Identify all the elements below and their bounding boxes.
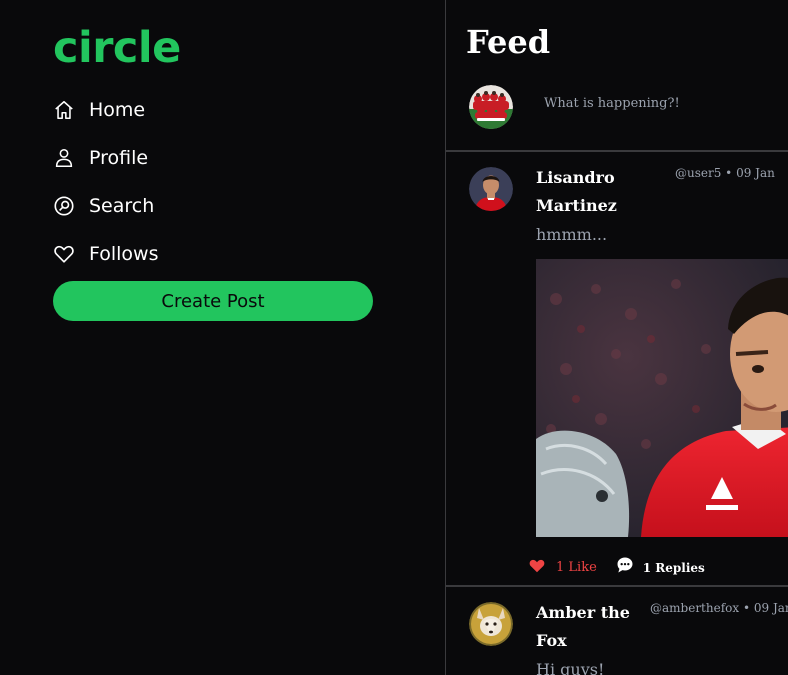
- sidebar-item-follows[interactable]: Follows: [53, 230, 159, 278]
- post-author-name[interactable]: Amber the Fox: [536, 599, 636, 655]
- sidebar-nav: Home Profile Search Follows: [53, 86, 159, 278]
- avatar[interactable]: [469, 602, 513, 646]
- sidebar-item-label: Search: [89, 195, 155, 217]
- reply-count: 1 Replies: [642, 560, 705, 575]
- sidebar-item-home[interactable]: Home: [53, 86, 159, 134]
- comment-icon: [615, 555, 635, 580]
- avatar[interactable]: [469, 85, 513, 129]
- post-meta: @amberthefox • 09 Jan: [650, 601, 788, 615]
- post-handle[interactable]: @user5: [675, 166, 721, 180]
- post-text: hmmm...: [536, 225, 608, 244]
- post-composer-input[interactable]: [542, 90, 786, 116]
- divider: [446, 585, 788, 587]
- app-logo[interactable]: circle: [53, 22, 181, 74]
- post-actions: 1 Like 1 Replies: [528, 555, 705, 580]
- page-title: Feed: [466, 23, 551, 61]
- sidebar-item-search[interactable]: Search: [53, 182, 159, 230]
- meta-separator: •: [739, 601, 754, 615]
- post-date: 09 Jan: [753, 601, 788, 615]
- post-date: 09 Jan: [736, 166, 775, 180]
- meta-separator: •: [721, 166, 737, 180]
- like-count: 1 Like: [556, 560, 597, 575]
- like-button[interactable]: 1 Like: [528, 557, 597, 578]
- sidebar-item-label: Home: [89, 99, 146, 121]
- sidebar-item-label: Profile: [89, 147, 149, 169]
- search-icon: [53, 194, 77, 218]
- post-text: Hi guys!: [536, 660, 605, 675]
- feed-panel: Feed Lisandro Martinez @: [446, 0, 788, 675]
- sidebar-item-label: Follows: [89, 243, 159, 265]
- user-icon: [53, 146, 77, 170]
- sidebar-item-profile[interactable]: Profile: [53, 134, 159, 182]
- heart-filled-icon: [528, 557, 546, 578]
- sidebar: circle Home Profile Search Follows Creat…: [0, 0, 445, 675]
- post-image[interactable]: [536, 259, 788, 537]
- create-post-button[interactable]: Create Post: [53, 281, 373, 321]
- post-meta: @user5 • 09 Jan: [675, 166, 775, 180]
- reply-button[interactable]: 1 Replies: [615, 555, 705, 580]
- avatar[interactable]: [469, 167, 513, 211]
- post-handle[interactable]: @amberthefox: [650, 601, 739, 615]
- post-author-name[interactable]: Lisandro Martinez: [536, 164, 636, 220]
- divider: [446, 150, 788, 152]
- heart-icon: [53, 242, 77, 266]
- home-icon: [53, 98, 77, 122]
